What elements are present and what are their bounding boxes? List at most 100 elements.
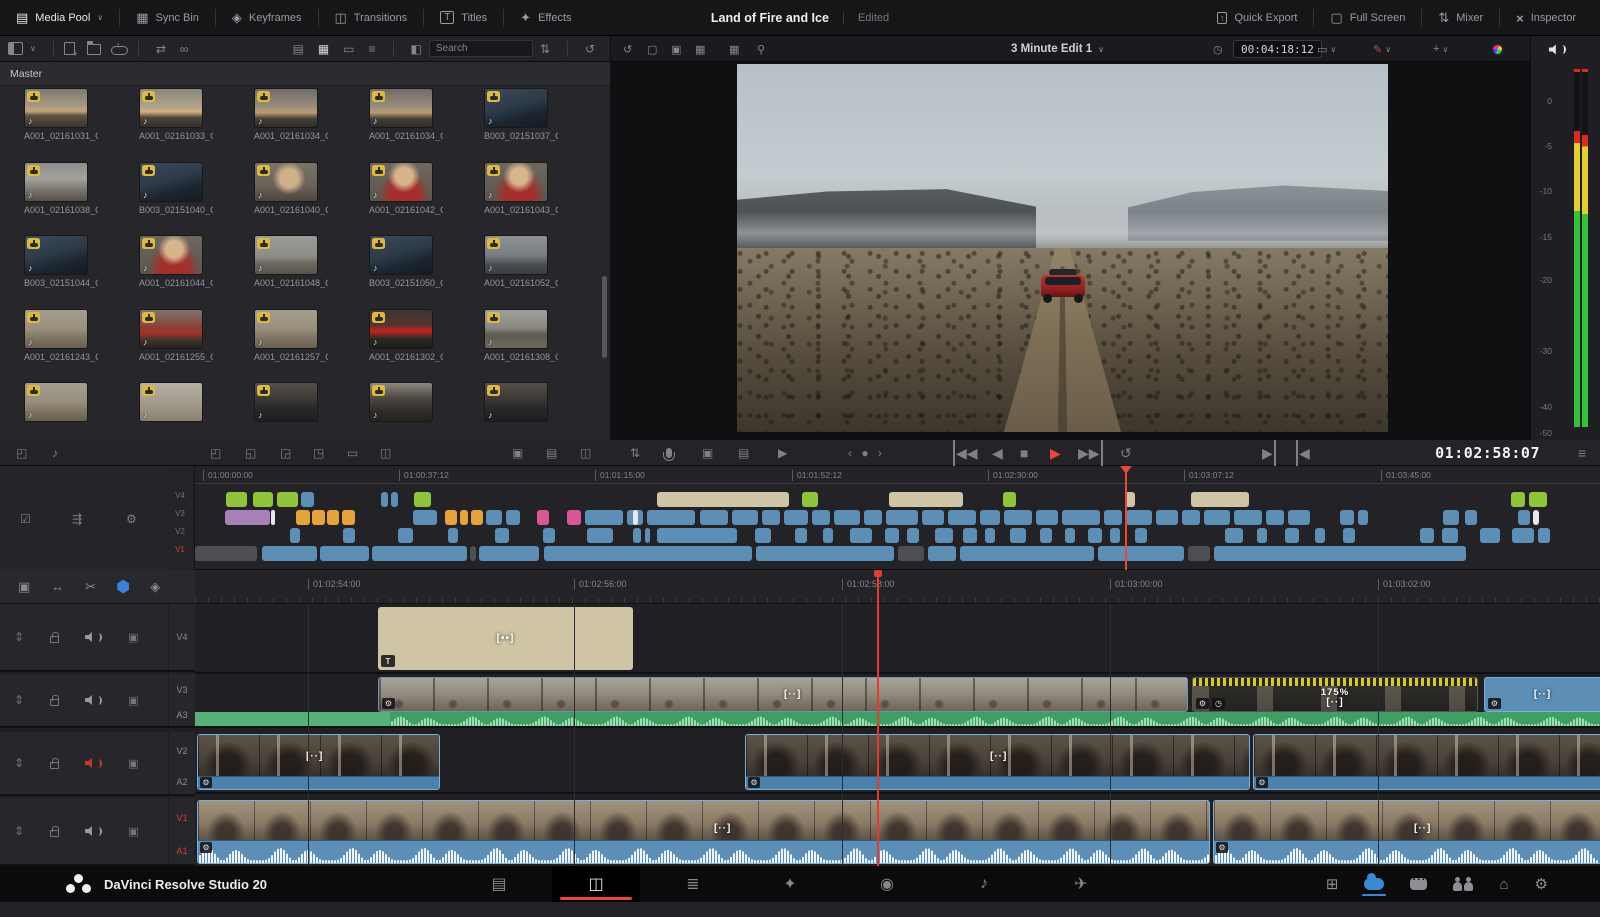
tools-b-icon[interactable]: ▤ xyxy=(546,440,557,466)
track-lock-icon[interactable] xyxy=(50,699,59,706)
video-clip-v2-2[interactable]: [··] ⚙ xyxy=(745,734,1250,790)
overview-ruler[interactable]: 01:00:00:0001:00:37:1201:01:15:0001:01:5… xyxy=(195,468,1600,484)
overview-clip[interactable] xyxy=(277,492,298,507)
media-clip[interactable]: ♪ xyxy=(24,382,88,440)
overview-clip[interactable] xyxy=(398,528,413,543)
video-clip-v3-1[interactable]: [··] ⚙ xyxy=(378,677,1188,712)
next-edit-button[interactable]: ▶ xyxy=(1262,440,1276,466)
overview-clip[interactable] xyxy=(1420,528,1434,543)
overview-clip[interactable] xyxy=(1098,546,1184,561)
overview-clip[interactable] xyxy=(495,528,509,543)
page-media[interactable]: ▤ xyxy=(455,866,543,902)
list-view-icon[interactable]: ≡ xyxy=(362,42,383,56)
media-clip-thumbnail[interactable]: ♪ xyxy=(484,88,548,128)
video-clip-v1-1[interactable]: [··] ⚙ xyxy=(197,800,1210,864)
media-clip-thumbnail[interactable]: ♪ xyxy=(139,235,203,275)
track-enable-icon[interactable]: ▣ xyxy=(128,757,138,770)
overview-clip[interactable] xyxy=(195,546,257,561)
overview-clip[interactable] xyxy=(1135,528,1147,543)
track-move-icon[interactable]: ⇕ xyxy=(14,693,24,707)
clip-tag-icon[interactable]: ◧ xyxy=(404,42,429,56)
sync-icon[interactable]: ⇄ xyxy=(149,42,173,56)
overview-clip[interactable] xyxy=(732,510,758,525)
dynamic-trim-icon[interactable]: ↔ xyxy=(51,579,64,594)
transitions-button[interactable]: ◫ Transitions xyxy=(319,0,424,36)
media-clip[interactable]: ♪A001_02161034_C… xyxy=(254,88,318,156)
overview-clip[interactable] xyxy=(1257,528,1267,543)
play-reverse-button[interactable]: ◀ xyxy=(992,440,1003,466)
media-clip[interactable]: ♪A001_02161040_C… xyxy=(254,162,318,230)
speaker-icon[interactable] xyxy=(1549,44,1566,55)
media-clip-thumbnail[interactable]: ♪ xyxy=(139,88,203,128)
viewer-video[interactable] xyxy=(737,64,1388,432)
overview-clip[interactable] xyxy=(762,510,780,525)
clip-settings-icon[interactable]: ⚙ xyxy=(1488,698,1501,709)
overview-clip[interactable] xyxy=(486,510,502,525)
overview-clip[interactable] xyxy=(886,510,918,525)
media-clip-thumbnail[interactable]: ♪ xyxy=(139,382,203,422)
viewer-tool-crop-icon[interactable]: ▢ xyxy=(647,36,657,62)
overview-clip[interactable] xyxy=(1225,528,1243,543)
overview-clip[interactable] xyxy=(960,546,1094,561)
media-clip-thumbnail[interactable]: ♪ xyxy=(369,235,433,275)
overview-clip[interactable] xyxy=(544,546,752,561)
media-clip[interactable]: ♪A001_02161042_C… xyxy=(369,162,433,230)
tools-c-icon[interactable]: ◫ xyxy=(580,440,591,466)
overview-clip[interactable] xyxy=(262,546,317,561)
overview-clip[interactable] xyxy=(1533,510,1539,525)
media-clip[interactable]: ♪A001_02161302_C… xyxy=(369,309,433,377)
overview-clip[interactable] xyxy=(1003,492,1016,507)
import-folder-icon[interactable] xyxy=(87,44,101,55)
clip-settings-icon[interactable]: ⚙ xyxy=(200,777,212,788)
overview-clip[interactable] xyxy=(1182,510,1200,525)
panel-toggle-icon[interactable] xyxy=(8,42,23,55)
overview-clip[interactable] xyxy=(907,528,919,543)
media-clip-thumbnail[interactable]: ♪ xyxy=(24,382,88,422)
overview-clip[interactable] xyxy=(414,492,431,507)
timeline-ruler[interactable]: 01:02:54:0001:02:56:0001:02:58:0001:03:0… xyxy=(195,570,1600,604)
grid-overlay-icon[interactable]: ▦ xyxy=(729,36,739,62)
overview-clip[interactable] xyxy=(1512,528,1534,543)
overview-clip[interactable] xyxy=(253,492,273,507)
overview-clip[interactable] xyxy=(1065,528,1075,543)
media-clip[interactable]: ♪B003_02151044_C… xyxy=(24,235,88,303)
overview-clip[interactable] xyxy=(1285,528,1299,543)
page-deliver[interactable]: ✈ xyxy=(1037,866,1125,902)
clip-settings-icon[interactable]: ⚙ xyxy=(382,698,395,709)
overview-clip[interactable] xyxy=(537,510,549,525)
media-clip[interactable]: ♪ xyxy=(139,382,203,440)
timeline-name[interactable]: 3 Minute Edit 1 xyxy=(1011,43,1092,55)
keyframes-button[interactable]: ◈ Keyframes xyxy=(216,0,318,36)
settings-gear-icon[interactable]: ⚙ xyxy=(1535,875,1548,893)
grab-still-icon[interactable]: ▣ xyxy=(702,440,713,466)
overview-clip[interactable] xyxy=(271,510,275,525)
media-clip-thumbnail[interactable]: ♪ xyxy=(24,309,88,349)
track-lock-icon[interactable] xyxy=(50,636,59,643)
quick-export-button[interactable]: ↑ Quick Export xyxy=(1201,0,1313,36)
track-enable-icon[interactable]: ▣ xyxy=(128,631,138,644)
source-overwrite-icon[interactable]: ▭ xyxy=(347,440,358,466)
track-lock-icon[interactable] xyxy=(50,762,59,769)
track-move-icon[interactable]: ⇕ xyxy=(14,824,24,838)
media-clip[interactable]: ♪ xyxy=(484,382,548,440)
video-clip-v3-2[interactable]: [··] ⚙ xyxy=(1484,677,1600,712)
overview-clip[interactable] xyxy=(567,510,581,525)
page-color[interactable]: ◉ xyxy=(843,866,931,902)
overview-clip[interactable] xyxy=(1156,510,1178,525)
page-cut[interactable]: ◫ xyxy=(552,866,640,902)
viewer-refresh-icon[interactable]: ↺ xyxy=(623,36,632,62)
replace-clip-icon[interactable]: ◲ xyxy=(280,440,291,466)
media-clip[interactable]: ♪B003_02151040_C… xyxy=(139,162,203,230)
overview-clip[interactable] xyxy=(1465,510,1477,525)
go-to-start-button[interactable]: ◀◀ xyxy=(953,440,978,466)
fx-dropdown[interactable]: ✎ ∨ xyxy=(1373,36,1391,62)
overview-clip[interactable] xyxy=(823,528,833,543)
previous-edit-button[interactable]: ◀ xyxy=(1296,440,1310,466)
overview-clip[interactable] xyxy=(647,510,695,525)
overview-clip[interactable] xyxy=(1266,510,1284,525)
media-clip-thumbnail[interactable]: ♪ xyxy=(24,88,88,128)
cloud-import-icon[interactable] xyxy=(111,46,128,55)
effects-button[interactable]: ✦ Effects xyxy=(504,0,587,36)
append-audio-icon[interactable]: ♪ xyxy=(52,440,58,466)
zoom-dropdown[interactable]: + ∨ xyxy=(1433,36,1448,62)
